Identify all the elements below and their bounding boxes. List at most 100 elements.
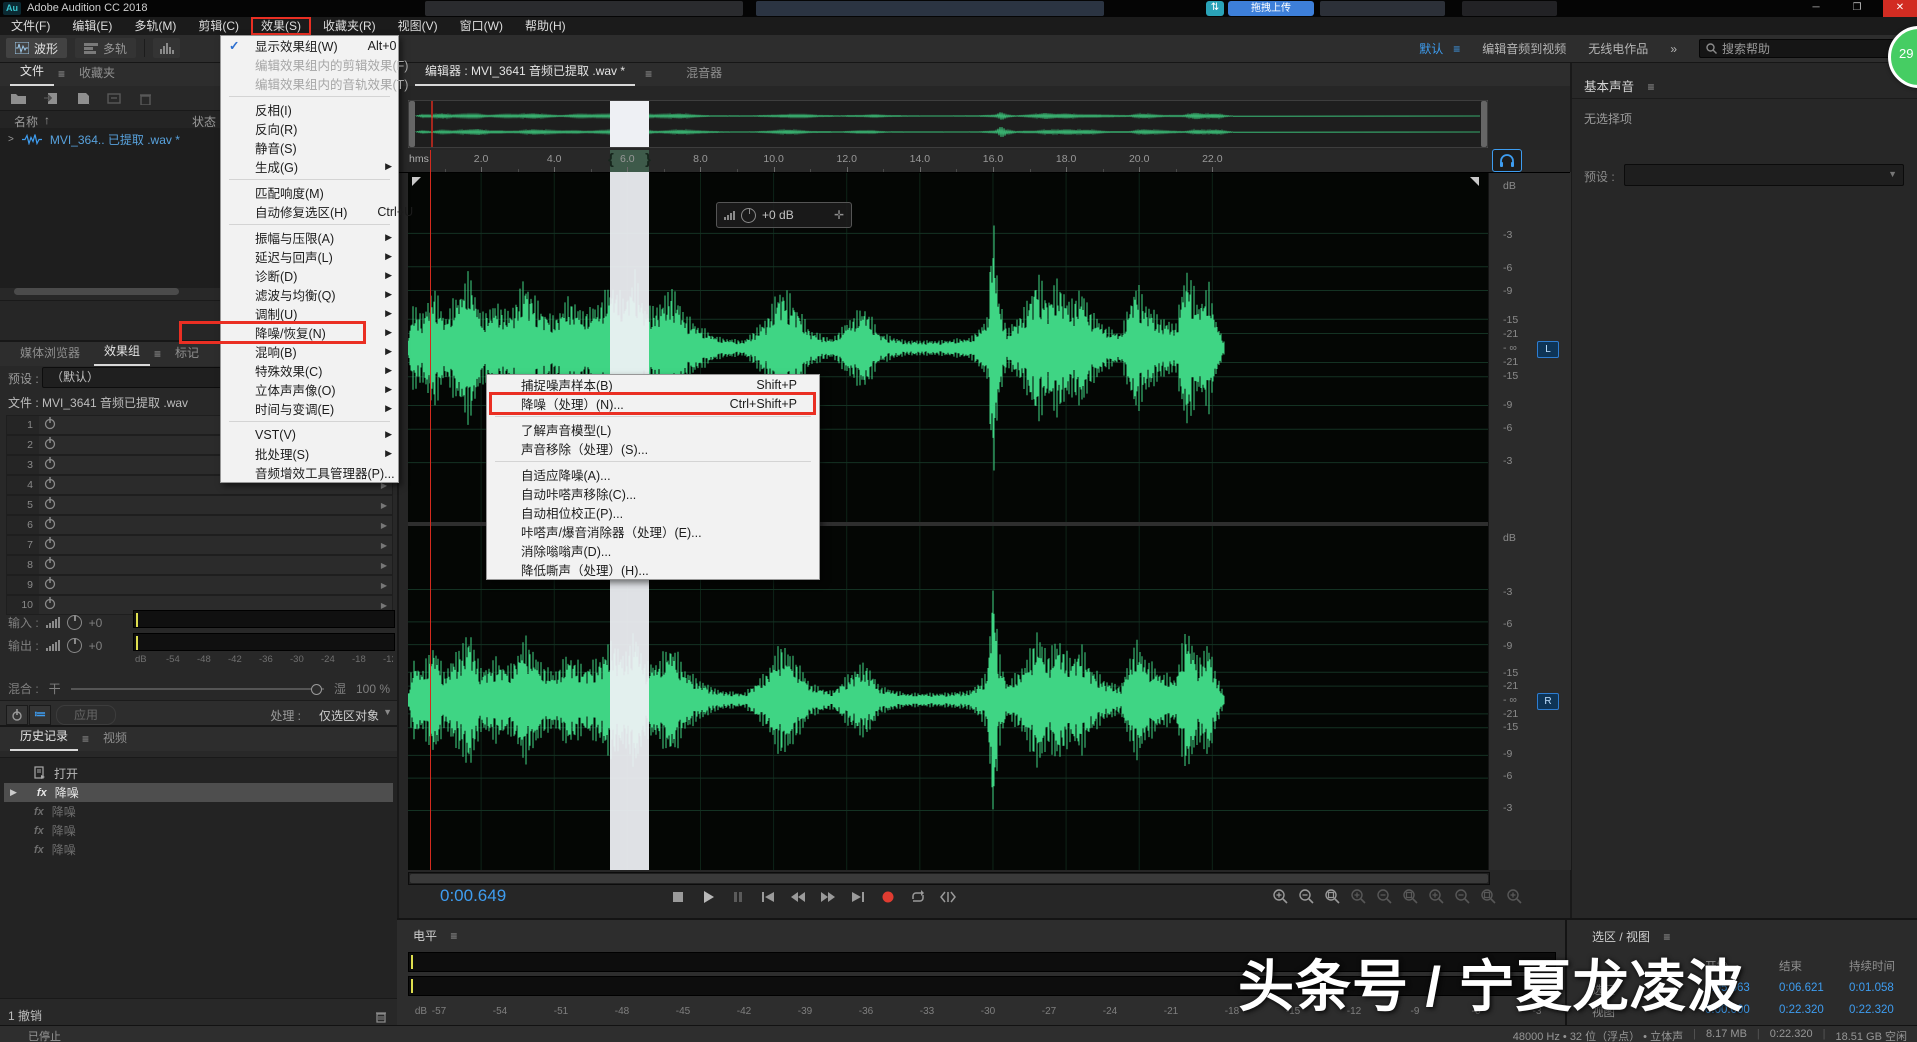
hud-pin-icon[interactable]: ✛ <box>834 208 844 222</box>
import-file-icon[interactable] <box>43 92 60 105</box>
history-entry[interactable]: fx降噪 <box>4 821 393 840</box>
menu-item[interactable]: 滤波与均衡(Q)▶ <box>221 285 398 304</box>
menu-item[interactable]: 降噪/恢复(N)▶ <box>221 323 398 342</box>
workspace-more-chevron[interactable]: » <box>1670 42 1677 56</box>
hud-volume-knob[interactable] <box>741 208 756 223</box>
menu-item[interactable]: 降噪（处理）(N)...Ctrl+Shift+P <box>487 394 819 413</box>
workspace-edit-audio-video-tab[interactable]: 编辑音频到视频 <box>1482 40 1566 57</box>
tab-favorites[interactable]: 收藏夹 <box>69 62 125 86</box>
play-button[interactable] <box>700 889 716 908</box>
slot-menu-arrow-icon[interactable]: ▶ <box>381 501 392 510</box>
menu-item[interactable]: 编辑效果组内的剪辑效果(F) <box>221 55 398 74</box>
power-toggle-icon[interactable] <box>39 457 61 473</box>
files-panel-menu-icon[interactable]: ≡ <box>58 67 65 86</box>
skip-to-end-button[interactable] <box>850 889 866 908</box>
slot-menu-arrow-icon[interactable]: ▶ <box>381 581 392 590</box>
selview-value[interactable]: 0:22.320 <box>1849 1004 1894 1016</box>
tab-mixer[interactable]: 混音器 <box>676 62 732 86</box>
rewind-button[interactable] <box>790 889 806 908</box>
rack-slot-row[interactable]: 8▶ <box>6 555 393 575</box>
trash-icon[interactable] <box>139 92 152 105</box>
mix-slider-knob[interactable] <box>311 684 322 695</box>
menubar-item[interactable]: 效果(S) <box>250 17 312 35</box>
zoom-in-left-icon[interactable] <box>1402 888 1419 908</box>
drag-upload-button[interactable]: 拖拽上传 <box>1228 1 1314 16</box>
slot-menu-arrow-icon[interactable]: ▶ <box>381 561 392 570</box>
tab-markers[interactable]: 标记 <box>165 342 209 366</box>
output-gain-knob[interactable] <box>67 638 82 653</box>
menu-item[interactable]: 匹配响度(M) <box>221 183 398 202</box>
menu-item[interactable]: 编辑效果组内的音轨效果(T) <box>221 74 398 93</box>
menubar-item[interactable]: 文件(F) <box>0 17 61 35</box>
slot-menu-arrow-icon[interactable]: ▶ <box>381 541 392 550</box>
menu-item[interactable]: 咔嗒声/爆音消除器（处理）(E)... <box>487 522 819 541</box>
tab-files[interactable]: 文件 <box>10 60 54 86</box>
menu-item[interactable]: 立体声声像(O)▶ <box>221 380 398 399</box>
history-panel-menu-icon[interactable]: ≡ <box>82 732 89 751</box>
history-entry[interactable]: fx降噪 <box>4 840 393 859</box>
zoom-out-icon[interactable] <box>1298 888 1315 908</box>
channel-badge[interactable]: L <box>1537 341 1559 358</box>
rack-list-toggle[interactable]: ≔ <box>29 705 51 725</box>
rack-slot-row[interactable]: 9▶ <box>6 575 393 595</box>
menu-item[interactable]: 时间与变调(E)▶ <box>221 399 398 418</box>
menu-item[interactable]: 自动相位校正(P)... <box>487 503 819 522</box>
fast-forward-button[interactable] <box>820 889 836 908</box>
slot-menu-arrow-icon[interactable]: ▶ <box>381 521 392 530</box>
zoom-amplitude-out-icon[interactable] <box>1376 888 1393 908</box>
menu-item[interactable]: 生成(G)▶ <box>221 157 398 176</box>
menu-item[interactable]: 特殊效果(C)▶ <box>221 361 398 380</box>
tab-effects-rack[interactable]: 效果组 <box>94 340 150 366</box>
close-button[interactable]: ✕ <box>1883 0 1917 17</box>
power-toggle-icon[interactable] <box>39 577 61 593</box>
skip-selection-button[interactable] <box>940 889 956 908</box>
menu-item[interactable]: 反相(I) <box>221 100 398 119</box>
effects-rack-menu-icon[interactable]: ≡ <box>154 347 161 366</box>
search-input[interactable]: 搜索帮助 <box>1699 39 1909 58</box>
skip-to-start-button[interactable] <box>760 889 776 908</box>
power-toggle-icon[interactable] <box>39 597 61 613</box>
open-folder-icon[interactable] <box>10 92 27 105</box>
menu-item[interactable]: 混响(B)▶ <box>221 342 398 361</box>
loop-button[interactable] <box>910 889 926 908</box>
menubar-item[interactable]: 视图(V) <box>387 17 449 35</box>
preset-dropdown[interactable]: （默认） <box>42 367 242 388</box>
ruler-unit-label[interactable]: hms <box>409 153 429 165</box>
horizontal-scrollbar[interactable] <box>14 288 179 295</box>
basic-sound-menu-icon[interactable]: ≡ <box>1648 80 1655 94</box>
tab-video[interactable]: 视频 <box>93 727 137 751</box>
workspace-default-tab[interactable]: 默认 <box>1419 40 1443 57</box>
selview-value[interactable]: 0:00.000 <box>1705 1004 1750 1016</box>
menubar-item[interactable]: 收藏夹(R) <box>312 17 387 35</box>
power-toggle-icon[interactable] <box>39 477 61 493</box>
rack-slot-row[interactable]: 7▶ <box>6 535 393 555</box>
slot-menu-arrow-icon[interactable]: ▶ <box>381 601 392 610</box>
power-toggle-icon[interactable] <box>39 497 61 513</box>
expander-icon[interactable]: > <box>0 134 14 145</box>
menu-item[interactable]: 自动咔嗒声移除(C)... <box>487 484 819 503</box>
zoom-in-icon[interactable] <box>1272 888 1289 908</box>
selview-value[interactable]: 0:06.621 <box>1779 982 1824 994</box>
input-gain-knob[interactable] <box>67 615 82 630</box>
menu-item[interactable]: VST(V)▶ <box>221 425 398 444</box>
menu-item[interactable]: 降低嘶声（处理）(H)... <box>487 560 819 579</box>
history-entry[interactable]: fx降噪 <box>4 802 393 821</box>
menu-item[interactable]: 自适应降噪(A)... <box>487 465 819 484</box>
menu-item[interactable]: 静音(S) <box>221 138 398 157</box>
menu-item[interactable]: 反向(R) <box>221 119 398 138</box>
spectral-display-button[interactable] <box>153 38 180 58</box>
tab-history[interactable]: 历史记录 <box>10 725 78 751</box>
zoom-sel-left-icon[interactable] <box>1454 888 1471 908</box>
insert-multitrack-icon[interactable] <box>107 92 123 105</box>
menubar-item[interactable]: 剪辑(C) <box>187 17 250 35</box>
power-toggle-icon[interactable] <box>39 537 61 553</box>
menu-item[interactable]: 振幅与压限(A)▶ <box>221 228 398 247</box>
timeline-ruler[interactable]: {}hms2.04.06.08.010.012.014.016.018.020.… <box>397 150 1570 173</box>
selview-value[interactable]: 0:01.058 <box>1849 982 1894 994</box>
minimize-button[interactable]: ─ <box>1799 0 1833 17</box>
editor-panel-menu-icon[interactable]: ≡ <box>645 67 652 86</box>
waveform-view-button[interactable]: 波形 <box>6 38 67 58</box>
playhead-line[interactable] <box>430 150 431 870</box>
menubar-item[interactable]: 窗口(W) <box>449 17 514 35</box>
sort-ascending-icon[interactable]: ↑ <box>44 113 50 127</box>
